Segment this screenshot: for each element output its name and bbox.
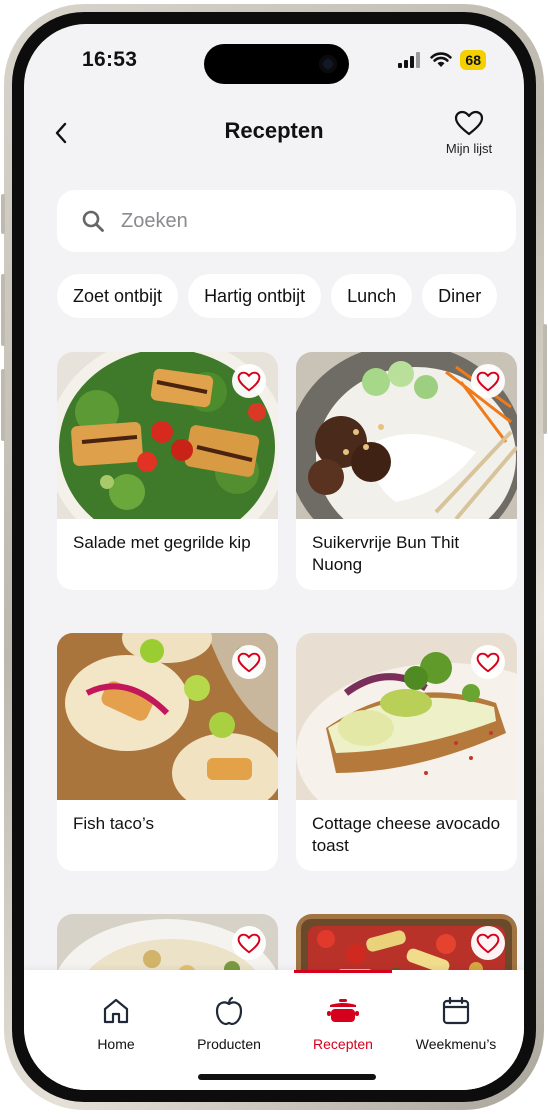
- battery-indicator: 68: [460, 50, 486, 70]
- power-button: [543, 324, 547, 434]
- tab-weekmenus[interactable]: Weekmenu’s: [401, 994, 511, 1052]
- volume-down-button: [1, 369, 5, 441]
- apple-icon: [174, 994, 284, 1028]
- dynamic-island: [204, 44, 349, 84]
- chip-hartig-ontbijt[interactable]: Hartig ontbijt: [188, 274, 322, 318]
- home-icon: [61, 994, 171, 1028]
- favorite-button[interactable]: [471, 926, 505, 960]
- my-list-label: Mijn lijst: [445, 141, 493, 156]
- action-button: [1, 194, 5, 234]
- recipe-card[interactable]: Salade met gegrilde kip: [57, 352, 278, 590]
- heart-outline-icon: [237, 933, 261, 953]
- favorite-button[interactable]: [471, 645, 505, 679]
- tab-label: Weekmenu’s: [415, 1036, 497, 1052]
- chip-diner[interactable]: Diner: [422, 274, 498, 318]
- recipe-title: Salade met gegrilde kip: [73, 533, 251, 552]
- camera-icon: [319, 55, 337, 73]
- tab-label: Recepten: [313, 1036, 373, 1052]
- chip-zoet-ontbijt[interactable]: Zoet ontbijt: [57, 274, 179, 318]
- favorite-button[interactable]: [232, 926, 266, 960]
- recipe-title: Cottage cheese avocado toast: [312, 814, 501, 855]
- recipe-title: Fish taco’s: [73, 814, 154, 833]
- screen: 16:53 68 Recepten Mijn lijst Zoeken Zoet…: [24, 24, 524, 1090]
- cooking-pot-icon: [288, 994, 398, 1028]
- tab-bar: Home Producten Recepten Weekmenu’s: [24, 970, 524, 1090]
- bezel: 16:53 68 Recepten Mijn lijst Zoeken Zoet…: [12, 12, 536, 1102]
- status-time: 16:53: [82, 48, 138, 71]
- favorite-button[interactable]: [232, 364, 266, 398]
- favorite-button[interactable]: [232, 645, 266, 679]
- tab-producten[interactable]: Producten: [174, 994, 284, 1052]
- recipe-card[interactable]: Suikervrije Bun Thit Nuong: [296, 352, 517, 590]
- category-chips: Zoet ontbijt Hartig ontbijt Lunch Diner: [57, 274, 524, 320]
- wifi-icon: [430, 52, 453, 67]
- tab-home[interactable]: Home: [61, 994, 171, 1052]
- favorite-button[interactable]: [471, 364, 505, 398]
- signal-icon: [398, 52, 421, 68]
- heart-outline-icon: [237, 371, 261, 391]
- tab-recepten[interactable]: Recepten: [288, 994, 398, 1052]
- header: Recepten Mijn lijst: [24, 110, 524, 172]
- status-icons: 68: [398, 50, 486, 70]
- heart-outline-icon: [237, 652, 261, 672]
- heart-outline-icon: [454, 110, 484, 136]
- tab-label: Home: [97, 1036, 135, 1052]
- calendar-icon: [401, 994, 511, 1028]
- phone-frame: 16:53 68 Recepten Mijn lijst Zoeken Zoet…: [1, 4, 547, 1110]
- my-list-button[interactable]: Mijn lijst: [434, 110, 504, 156]
- heart-outline-icon: [476, 652, 500, 672]
- active-tab-indicator: [294, 970, 392, 973]
- home-indicator[interactable]: [198, 1074, 376, 1080]
- heart-outline-icon: [476, 933, 500, 953]
- heart-outline-icon: [476, 371, 500, 391]
- tab-label: Producten: [197, 1036, 261, 1052]
- recipe-title: Suikervrije Bun Thit Nuong: [312, 533, 460, 574]
- search-input[interactable]: [119, 208, 483, 234]
- search-icon: [79, 207, 107, 235]
- recipe-card[interactable]: Fish taco’s: [57, 633, 278, 871]
- recipe-card[interactable]: Cottage cheese avocado toast: [296, 633, 517, 871]
- search-bar[interactable]: [57, 190, 516, 252]
- chip-lunch[interactable]: Lunch: [331, 274, 413, 318]
- volume-up-button: [1, 274, 5, 346]
